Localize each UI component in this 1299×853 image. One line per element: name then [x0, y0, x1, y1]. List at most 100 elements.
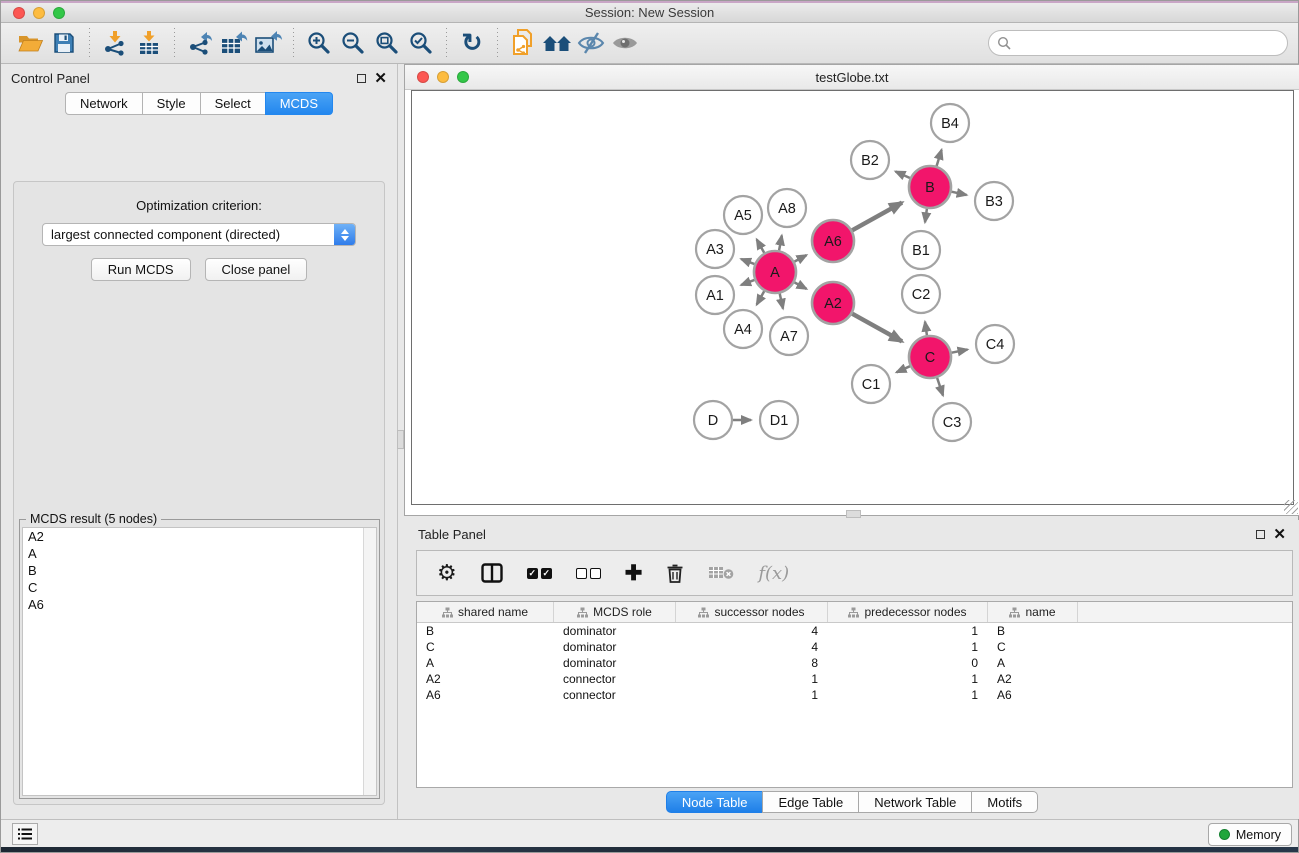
zoom-in-icon[interactable] [302, 27, 336, 59]
zoom-selected-icon[interactable] [404, 27, 438, 59]
node-C1[interactable]: C1 [852, 365, 890, 403]
node-D1[interactable]: D1 [760, 401, 798, 439]
mcds-result-item[interactable]: A2 [23, 528, 376, 545]
table-cell[interactable]: 1 [828, 624, 988, 638]
node-C2[interactable]: C2 [902, 275, 940, 313]
table-cell[interactable]: connector [554, 672, 676, 686]
table-cell[interactable]: 8 [676, 656, 828, 670]
clone-network-icon[interactable] [506, 27, 540, 59]
table-cell[interactable]: 1 [676, 688, 828, 702]
export-image-icon[interactable] [251, 27, 285, 59]
edge-B-B4[interactable] [937, 150, 942, 166]
float-table-panel-icon[interactable] [1256, 530, 1265, 539]
delete-table-icon[interactable] [708, 565, 734, 581]
node-A7[interactable]: A7 [770, 317, 808, 355]
mcds-result-item[interactable]: C [23, 579, 376, 596]
resize-grip-icon[interactable] [1284, 500, 1298, 514]
table-cell[interactable]: 1 [828, 640, 988, 654]
save-session-icon[interactable] [47, 27, 81, 59]
node-A6[interactable]: A6 [812, 220, 854, 262]
edge-A-A5[interactable] [757, 239, 765, 252]
table-cell[interactable]: A2 [988, 672, 1078, 686]
edge-B-B2[interactable] [896, 172, 910, 179]
table-row[interactable]: Bdominator41B [417, 623, 1292, 639]
scrollbar[interactable] [363, 528, 376, 795]
open-session-icon[interactable] [13, 27, 47, 59]
zoom-fit-icon[interactable] [370, 27, 404, 59]
criterion-dropdown[interactable]: largest connected component (directed) [42, 223, 356, 246]
table-cell[interactable]: A2 [417, 672, 554, 686]
edge-C-C3[interactable] [937, 378, 943, 396]
edge-A-A7[interactable] [780, 294, 783, 309]
tab-style[interactable]: Style [142, 92, 200, 115]
node-B4[interactable]: B4 [931, 104, 969, 142]
table-cell[interactable]: C [988, 640, 1078, 654]
column-header-shared-name[interactable]: shared name [417, 602, 554, 622]
node-A4[interactable]: A4 [724, 310, 762, 348]
export-table-icon[interactable] [217, 27, 251, 59]
edge-B-B3[interactable] [952, 192, 967, 195]
tab-network-table[interactable]: Network Table [858, 791, 971, 813]
deselect-all-checks-icon[interactable] [576, 568, 601, 579]
column-header-mcds-role[interactable]: MCDS role [554, 602, 676, 622]
mcds-result-item[interactable]: B [23, 562, 376, 579]
edge-B-B1[interactable] [925, 209, 927, 223]
search-input[interactable] [1016, 36, 1287, 51]
task-history-button[interactable] [12, 823, 38, 845]
node-C4[interactable]: C4 [976, 325, 1014, 363]
node-table[interactable]: shared nameMCDS rolesuccessor nodesprede… [416, 601, 1293, 788]
run-mcds-button[interactable]: Run MCDS [91, 258, 191, 281]
edge-C-C2[interactable] [925, 322, 927, 336]
float-panel-icon[interactable] [357, 74, 366, 83]
node-A1[interactable]: A1 [696, 276, 734, 314]
table-cell[interactable]: 4 [676, 640, 828, 654]
edge-C-C1[interactable] [897, 366, 911, 372]
close-panel-icon[interactable]: ✕ [374, 74, 387, 83]
column-header-predecessor-nodes[interactable]: predecessor nodes [828, 602, 988, 622]
function-builder-icon[interactable]: f(x) [758, 563, 789, 584]
add-column-icon[interactable]: ✚ [625, 563, 643, 584]
export-network-icon[interactable] [183, 27, 217, 59]
table-cell[interactable]: 1 [828, 688, 988, 702]
show-all-icon[interactable] [608, 27, 642, 59]
tab-select[interactable]: Select [200, 92, 265, 115]
table-cell[interactable]: B [988, 624, 1078, 638]
table-row[interactable]: A6connector11A6 [417, 687, 1292, 703]
edge-A-A2[interactable] [794, 282, 806, 289]
table-row[interactable]: A2connector11A2 [417, 671, 1292, 687]
table-cell[interactable]: 1 [828, 672, 988, 686]
node-A5[interactable]: A5 [724, 196, 762, 234]
table-cell[interactable]: 4 [676, 624, 828, 638]
edge-A-A1[interactable] [741, 280, 754, 285]
table-cell[interactable]: A6 [988, 688, 1078, 702]
close-panel-button[interactable]: Close panel [205, 258, 308, 281]
node-A8[interactable]: A8 [768, 189, 806, 227]
delete-column-icon[interactable] [666, 563, 684, 584]
tab-network[interactable]: Network [65, 92, 142, 115]
select-all-checks-icon[interactable]: ✓✓ [527, 568, 552, 579]
column-header-successor-nodes[interactable]: successor nodes [676, 602, 828, 622]
hide-selected-icon[interactable] [574, 27, 608, 59]
split-table-icon[interactable] [481, 563, 503, 583]
table-cell[interactable]: C [417, 640, 554, 654]
node-B2[interactable]: B2 [851, 141, 889, 179]
table-cell[interactable]: dominator [554, 656, 676, 670]
table-cell[interactable]: connector [554, 688, 676, 702]
search-field[interactable] [988, 30, 1288, 56]
vertical-divider-grip[interactable] [397, 430, 404, 449]
node-B1[interactable]: B1 [902, 231, 940, 269]
import-network-icon[interactable] [98, 27, 132, 59]
refresh-icon[interactable]: ↻ [455, 27, 489, 59]
tab-node-table[interactable]: Node Table [666, 791, 763, 813]
horizontal-divider-grip[interactable] [846, 510, 861, 518]
table-row[interactable]: Adominator80A [417, 655, 1292, 671]
memory-button[interactable]: Memory [1208, 823, 1292, 846]
edge-A-A8[interactable] [779, 236, 782, 251]
tab-mcds[interactable]: MCDS [265, 92, 333, 115]
close-table-panel-icon[interactable]: ✕ [1273, 530, 1286, 539]
edge-A2-C[interactable] [852, 314, 902, 342]
edge-A6-B[interactable] [852, 203, 902, 231]
tab-edge-table[interactable]: Edge Table [762, 791, 858, 813]
table-cell[interactable]: B [417, 624, 554, 638]
column-header-name[interactable]: name [988, 602, 1078, 622]
